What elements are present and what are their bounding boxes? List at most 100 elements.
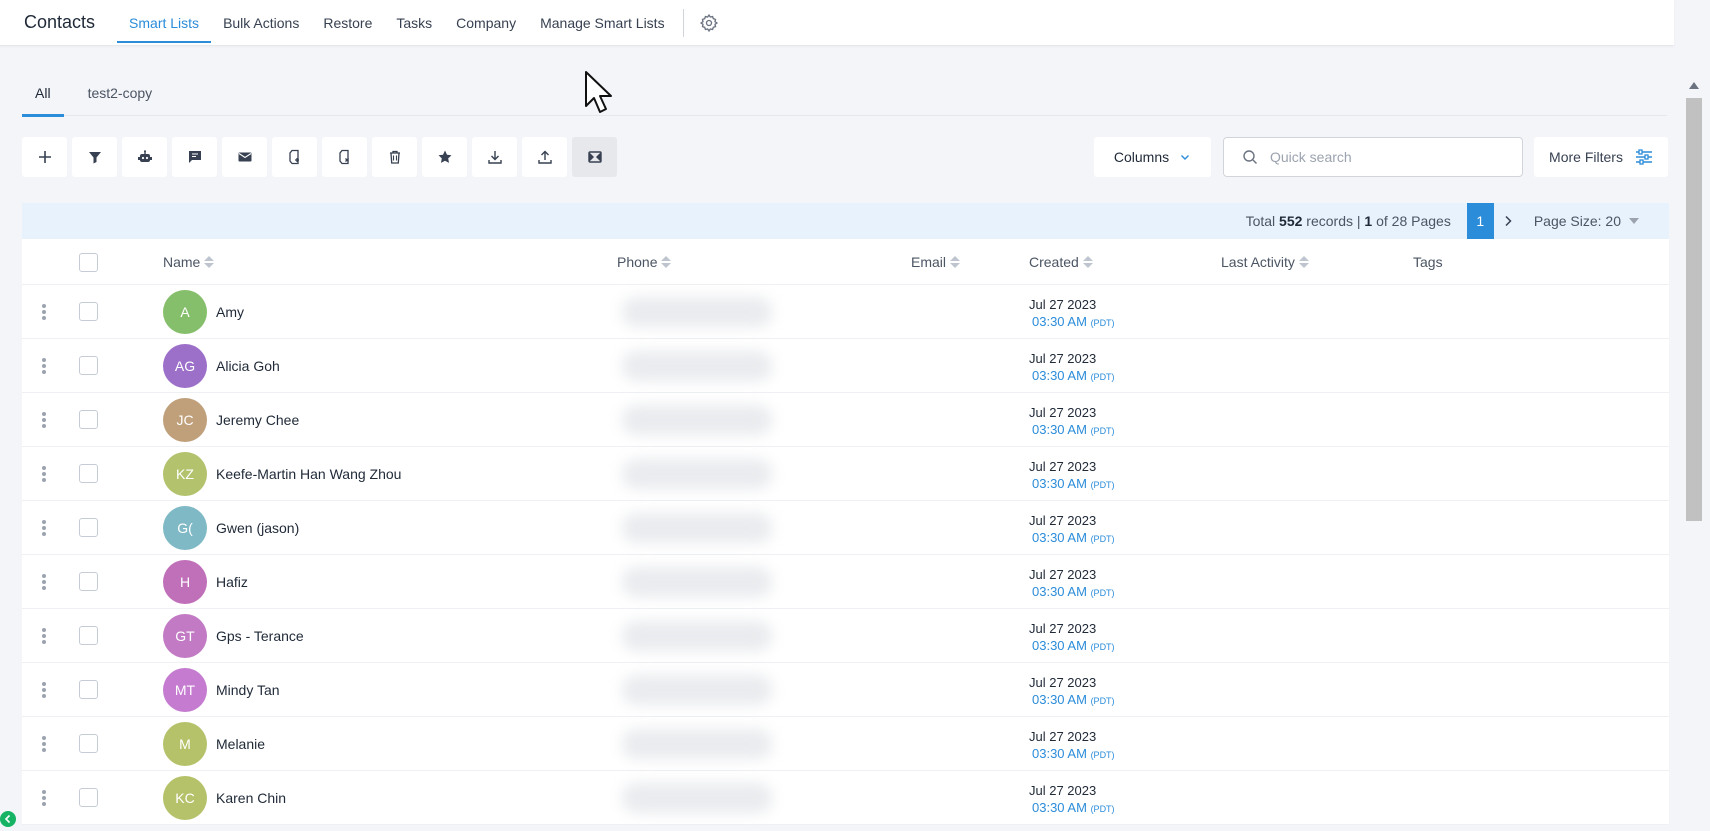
table-row[interactable]: KC Karen Chin Jul 27 2023 03:30 AM (PDT)	[22, 771, 1669, 825]
page-size-select[interactable]: Page Size: 20	[1534, 213, 1639, 229]
table-row[interactable]: JC Jeremy Chee Jul 27 2023 03:30 AM (PDT…	[22, 393, 1669, 447]
header-email[interactable]: Email	[911, 239, 961, 285]
remove-tag-button[interactable]	[322, 137, 367, 177]
automation-button[interactable]	[122, 137, 167, 177]
table-row[interactable]: M Melanie Jul 27 2023 03:30 AM (PDT)	[22, 717, 1669, 771]
tab-all[interactable]: All	[22, 70, 64, 117]
add-tag-button[interactable]	[272, 137, 317, 177]
row-checkbox[interactable]	[79, 302, 98, 321]
created-time: 03:30 AM (PDT)	[1029, 637, 1115, 656]
contact-name[interactable]: Amy	[216, 285, 244, 339]
row-checkbox[interactable]	[79, 518, 98, 537]
phone-redacted	[622, 351, 772, 381]
row-checkbox[interactable]	[79, 680, 98, 699]
avatar: H	[163, 560, 207, 604]
columns-button[interactable]: Columns	[1094, 137, 1211, 177]
header-phone-label: Phone	[617, 254, 658, 270]
nav-manage-smart-lists[interactable]: Manage Smart Lists	[528, 0, 677, 46]
row-checkbox[interactable]	[79, 626, 98, 645]
tab-test2-copy[interactable]: test2-copy	[75, 70, 166, 116]
nav-tasks[interactable]: Tasks	[384, 0, 444, 46]
merge-button[interactable]	[572, 137, 617, 177]
table-row[interactable]: KZ Keefe-Martin Han Wang Zhou Jul 27 202…	[22, 447, 1669, 501]
nav-restore[interactable]: Restore	[311, 0, 384, 46]
select-all-checkbox[interactable]	[79, 252, 98, 272]
send-email-button[interactable]	[222, 137, 267, 177]
send-sms-button[interactable]	[172, 137, 217, 177]
gear-icon[interactable]	[698, 12, 720, 34]
table-row[interactable]: G( Gwen (jason) Jul 27 2023 03:30 AM (PD…	[22, 501, 1669, 555]
more-filters-button[interactable]: More Filters	[1534, 137, 1668, 177]
contact-name[interactable]: Gps - Terance	[216, 609, 304, 663]
select-all-cell	[79, 239, 98, 285]
created-timezone: (PDT)	[1090, 534, 1115, 544]
delete-button[interactable]	[372, 137, 417, 177]
created-time-value: 03:30 AM	[1032, 368, 1087, 383]
row-actions-menu-icon[interactable]	[40, 302, 48, 322]
table-row[interactable]: A Amy Jul 27 2023 03:30 AM (PDT)	[22, 285, 1669, 339]
table-row[interactable]: AG Alicia Goh Jul 27 2023 03:30 AM (PDT)	[22, 339, 1669, 393]
header-name[interactable]: Name	[163, 239, 215, 285]
row-actions-menu-icon[interactable]	[40, 464, 48, 484]
contact-name[interactable]: Mindy Tan	[216, 663, 280, 717]
contact-name[interactable]: Jeremy Chee	[216, 393, 299, 447]
sort-icon	[1082, 255, 1093, 269]
row-checkbox[interactable]	[79, 572, 98, 591]
next-page-button[interactable]	[1494, 203, 1522, 239]
created-time: 03:30 AM (PDT)	[1029, 583, 1115, 602]
total-records: 552	[1279, 213, 1303, 229]
phone-redacted	[622, 513, 772, 543]
header-email-label: Email	[911, 254, 947, 270]
contact-name[interactable]: Melanie	[216, 717, 265, 771]
collapse-handle[interactable]	[0, 811, 16, 827]
contact-name[interactable]: Keefe-Martin Han Wang Zhou	[216, 447, 401, 501]
table-header: Name Phone Email Created Last Activity T…	[22, 239, 1669, 285]
row-actions-menu-icon[interactable]	[40, 626, 48, 646]
nav-company[interactable]: Company	[444, 0, 528, 46]
add-contact-button[interactable]	[22, 137, 67, 177]
nav-bulk-actions[interactable]: Bulk Actions	[211, 0, 311, 46]
created-time-value: 03:30 AM	[1032, 746, 1087, 761]
row-actions-menu-icon[interactable]	[40, 356, 48, 376]
sort-icon	[204, 255, 215, 269]
review-request-button[interactable]	[422, 137, 467, 177]
created-time-value: 03:30 AM	[1032, 314, 1087, 329]
row-actions-menu-icon[interactable]	[40, 788, 48, 808]
avatar: G(	[163, 506, 207, 550]
table-row[interactable]: MT Mindy Tan Jul 27 2023 03:30 AM (PDT)	[22, 663, 1669, 717]
row-actions-menu-icon[interactable]	[40, 518, 48, 538]
table-row[interactable]: GT Gps - Terance Jul 27 2023 03:30 AM (P…	[22, 609, 1669, 663]
row-checkbox[interactable]	[79, 464, 98, 483]
import-button[interactable]	[522, 137, 567, 177]
header-last-activity[interactable]: Last Activity	[1221, 239, 1309, 285]
header-phone[interactable]: Phone	[617, 239, 672, 285]
export-button[interactable]	[472, 137, 517, 177]
row-actions-menu-icon[interactable]	[40, 734, 48, 754]
scroll-thumb[interactable]	[1686, 98, 1702, 521]
row-checkbox[interactable]	[79, 734, 98, 753]
filter-button[interactable]	[72, 137, 117, 177]
contact-name[interactable]: Alicia Goh	[216, 339, 280, 393]
page-scrollbar[interactable]	[1685, 76, 1703, 831]
header-created[interactable]: Created	[1029, 239, 1093, 285]
quick-search-input[interactable]	[1270, 149, 1490, 165]
row-actions-menu-icon[interactable]	[40, 572, 48, 592]
created-cell: Jul 27 2023 03:30 AM (PDT)	[1029, 674, 1115, 710]
row-checkbox[interactable]	[79, 788, 98, 807]
contact-name[interactable]: Gwen (jason)	[216, 501, 299, 555]
page-1-button[interactable]: 1	[1466, 203, 1494, 239]
caret-down-icon	[1629, 218, 1639, 224]
contact-name[interactable]: Karen Chin	[216, 771, 286, 825]
row-actions-menu-icon[interactable]	[40, 680, 48, 700]
action-toolbar	[22, 137, 617, 177]
pagination-bar: Total 552 records | 1 of 28 Pages 1 Page…	[22, 203, 1669, 239]
row-checkbox[interactable]	[79, 410, 98, 429]
records-label: records |	[1306, 213, 1361, 229]
row-checkbox[interactable]	[79, 356, 98, 375]
scroll-up-arrow[interactable]	[1689, 82, 1699, 89]
contact-name[interactable]: Hafiz	[216, 555, 248, 609]
table-row[interactable]: H Hafiz Jul 27 2023 03:30 AM (PDT)	[22, 555, 1669, 609]
row-actions-menu-icon[interactable]	[40, 410, 48, 430]
avatar: MT	[163, 668, 207, 712]
nav-smart-lists[interactable]: Smart Lists	[117, 0, 212, 46]
